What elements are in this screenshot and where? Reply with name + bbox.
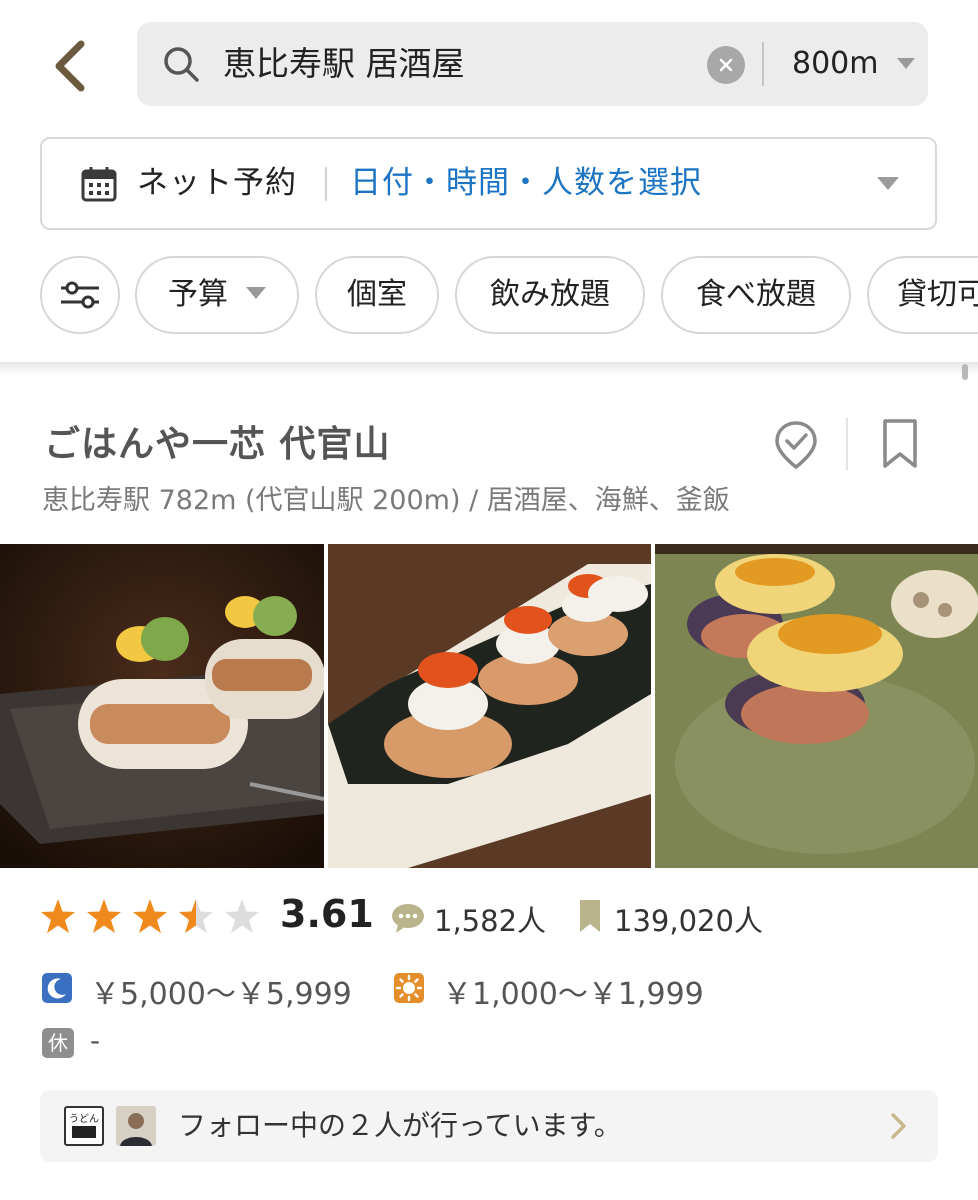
star-full-icon bbox=[133, 899, 167, 933]
search-icon bbox=[164, 47, 199, 82]
distance-select[interactable]: 800m bbox=[792, 22, 878, 106]
filter-chips: 予算 個室 飲み放題 食べ放題 貸切可 bbox=[0, 256, 978, 336]
price-row: ￥5,000～￥5,999 ￥1,000～￥1,999 bbox=[40, 965, 940, 1012]
star-empty-icon bbox=[225, 899, 259, 933]
caret-down-icon bbox=[877, 177, 899, 190]
holiday-badge: 休 bbox=[42, 1028, 74, 1058]
svg-text:うどん: うどん bbox=[69, 1113, 99, 1125]
following-visited-bar[interactable]: うどん フォロー中の２人が行っています。 bbox=[40, 1090, 938, 1162]
filter-budget[interactable]: 予算 bbox=[135, 256, 299, 334]
scrollbar[interactable] bbox=[962, 364, 968, 380]
chevron-left-icon bbox=[55, 40, 85, 92]
bookmark-count-icon bbox=[580, 900, 600, 932]
filter-private-room[interactable]: 個室 bbox=[315, 256, 439, 334]
chevron-right-icon bbox=[891, 1113, 906, 1139]
star-full-icon bbox=[87, 899, 121, 933]
caret-down-icon bbox=[897, 58, 915, 69]
search-query[interactable]: 恵比寿駅 居酒屋 bbox=[223, 22, 465, 106]
bookmark-icon[interactable] bbox=[880, 418, 920, 470]
card-action-divider bbox=[846, 418, 848, 470]
close-icon bbox=[719, 58, 733, 72]
back-button[interactable] bbox=[44, 38, 94, 94]
filter-reservable-whole-label: 貸切可 bbox=[897, 277, 978, 312]
food-photo-3[interactable] bbox=[655, 544, 978, 868]
filter-all-you-can-eat[interactable]: 食べ放題 bbox=[661, 256, 851, 334]
visited-check-icon[interactable] bbox=[772, 420, 820, 470]
holiday-value: - bbox=[90, 1024, 101, 1057]
search-box[interactable]: 恵比寿駅 居酒屋 800m bbox=[137, 22, 928, 106]
sliders-icon bbox=[61, 281, 99, 309]
moon-icon bbox=[42, 973, 72, 1003]
comment-icon bbox=[392, 904, 424, 933]
filter-all-you-can-drink[interactable]: 飲み放題 bbox=[455, 256, 645, 334]
food-photo-1[interactable] bbox=[0, 544, 324, 868]
bookmark-count: 139,020人 bbox=[614, 904, 763, 938]
rating-score: 3.61 bbox=[280, 892, 374, 936]
filter-reservable-whole[interactable]: 貸切可 bbox=[867, 256, 978, 334]
following-visited-text: フォロー中の２人が行っています。 bbox=[178, 1109, 622, 1142]
avatar bbox=[116, 1106, 156, 1146]
caret-down-icon bbox=[246, 286, 266, 299]
restaurant-meta: 恵比寿駅 782m (代官山駅 200m) / 居酒屋、海鮮、釜飯 bbox=[42, 485, 730, 516]
reservation-divider bbox=[325, 167, 327, 201]
star-full-icon bbox=[41, 899, 75, 933]
sun-icon bbox=[394, 973, 424, 1003]
date-time-people-select[interactable]: 日付・時間・人数を選択 bbox=[350, 139, 702, 228]
avatar: うどん bbox=[64, 1106, 104, 1146]
filter-budget-label: 予算 bbox=[168, 277, 228, 312]
filter-settings-button[interactable] bbox=[40, 256, 120, 334]
review-count[interactable]: 1,582人 bbox=[434, 898, 546, 940]
calendar-icon bbox=[81, 167, 117, 202]
reservation-selector[interactable]: ネット予約 日付・時間・人数を選択 bbox=[40, 137, 937, 230]
clear-search-button[interactable] bbox=[707, 46, 745, 84]
photo-gallery bbox=[0, 544, 978, 868]
net-reservation-label: ネット予約 bbox=[137, 165, 297, 201]
rating-stars bbox=[41, 899, 259, 933]
header-shadow bbox=[0, 362, 978, 376]
search-divider bbox=[762, 42, 764, 86]
restaurant-name[interactable]: ごはんや一芯 代官山 bbox=[44, 415, 391, 467]
dinner-budget: ￥5,000～￥5,999 bbox=[90, 977, 352, 1012]
top-bar: 恵比寿駅 居酒屋 800m bbox=[0, 0, 978, 120]
lunch-budget: ￥1,000～￥1,999 bbox=[442, 977, 704, 1012]
food-photo-2[interactable] bbox=[328, 544, 651, 868]
